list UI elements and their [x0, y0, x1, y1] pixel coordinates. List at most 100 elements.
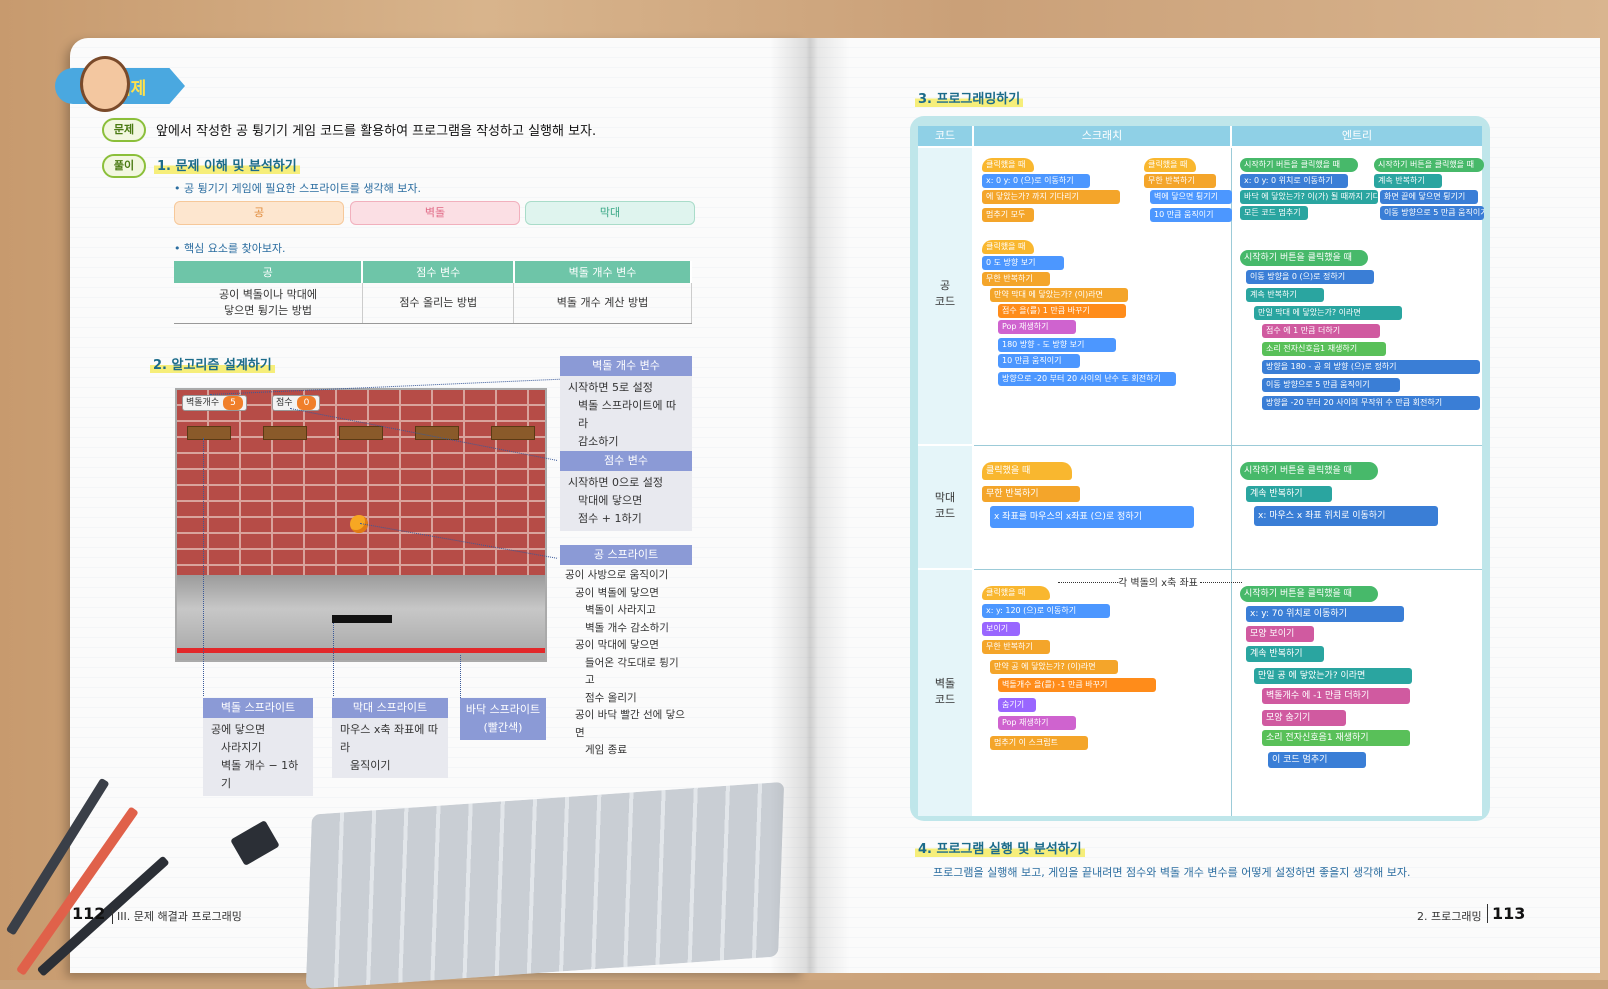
callout-brick-count-var-title: 벽돌 개수 변수 [560, 356, 692, 376]
entry-start-block: 시작하기 버튼을 클릭했을 때 [1240, 462, 1378, 480]
core-elements-table: 공 점수 변수 벽돌 개수 변수 공이 벽돌이나 막대에 닿으면 튕기는 방법 … [174, 261, 693, 324]
scratch-control-block: 무한 반복하기 [982, 640, 1050, 654]
scratch-motion-block: x: y: 120 (으)로 이동하기 [982, 604, 1110, 618]
entry-motion-block: 이동 방향으로 5 만큼 움직이기 [1262, 378, 1400, 392]
sprite-brick: 벽돌 [350, 201, 520, 225]
brick-sprite [187, 426, 231, 440]
entry-flow-block: 만일 막대 에 닿았는가? 이라면 [1254, 306, 1402, 320]
table-cell-ball: 공이 벽돌이나 막대에 닿으면 튕기는 방법 [174, 283, 363, 324]
entry-start-block: 시작하기 버튼을 클릭했을 때 [1240, 158, 1358, 172]
code-table: 코드 스크래치 엔트리 공 코드 막대 코드 벽돌 코드 클릭했을 때 x: 0… [918, 126, 1484, 816]
step1-note: • 공 튕기기 게임에 필요한 스프라이트를 생각해 보자. [174, 182, 421, 195]
callout-floor-sprite-subtitle: (빨간색) [483, 721, 523, 734]
callout-ball-sprite-title: 공 스프라이트 [560, 545, 692, 565]
step4-text: 프로그램을 실행해 보고, 게임을 끝내려면 점수와 벽돌 개수 변수를 어떻게… [933, 866, 1411, 879]
callout-line: 시작하면 5로 설정 [568, 381, 653, 394]
left-page: 예제 문제 앞에서 작성한 공 튕기기 게임 코드를 활용하여 프로그램을 작성… [5, 38, 805, 989]
keyboard-illustration [305, 781, 785, 989]
brick-sprite [263, 426, 307, 440]
callout-line: 공이 바닥 빨간 선에 닿으면 [575, 709, 685, 739]
col-header-entry: 엔트리 [1232, 126, 1482, 146]
scratch-hat-block: 클릭했을 때 [1144, 158, 1196, 172]
table-cell-score: 점수 올리는 방법 [362, 283, 515, 324]
callout-line: 벽돌이 사라지고 [585, 604, 656, 616]
callout-brick-sprite-title: 벽돌 스프라이트 [203, 698, 313, 718]
step1-title: 1. 문제 이해 및 분석하기 [154, 155, 300, 174]
callout-line: 점수 + 1하기 [578, 512, 642, 525]
callout-line: 시작하면 0으로 설정 [568, 476, 663, 489]
callout-ball-sprite: 공 스프라이트 공이 사방으로 움직이기 공이 벽돌에 닿으면 벽돌이 사라지고… [560, 545, 692, 762]
callout-brick-sprite: 벽돌 스프라이트 공에 닿으면 사라지기 벽돌 개수 − 1하기 [203, 698, 313, 796]
col-header-code: 코드 [918, 126, 972, 146]
hud-brick-count: 벽돌개수 5 [182, 395, 247, 411]
step4-title: 4. 프로그램 실행 및 분석하기 [915, 838, 1085, 857]
callout-line: 움직이기 [350, 759, 391, 772]
callout-line: 공이 사방으로 움직이기 [565, 569, 669, 581]
callout-line: 공이 벽돌에 닿으면 [575, 586, 659, 599]
annotation-line [1058, 582, 1118, 583]
scratch-looks-block: 보이기 [982, 622, 1020, 636]
scratch-control-block: 멈추기 모두 [982, 208, 1034, 222]
scratch-motion-block: x: 0 y: 0 (으)로 이동하기 [982, 174, 1090, 188]
scratch-control-block: 만약 막대 에 닿았는가? (이)라면 [990, 288, 1128, 302]
table-cell-brick-count: 벽돌 개수 계산 방법 [513, 283, 692, 324]
callout-line: 감소하기 [578, 435, 619, 448]
callout-floor-sprite: 바닥 스프라이트 (빨간색) [460, 698, 546, 740]
callout-line: 벽돌 스프라이트에 따라 [578, 399, 677, 430]
page-number-left: 112 [72, 904, 106, 923]
scratch-control-block: 무한 반복하기 [982, 486, 1080, 502]
entry-motion-block: x: 마우스 x 좌표 위치로 이동하기 [1254, 506, 1438, 526]
scratch-variable-block: 점수 을(를) 1 만큼 바꾸기 [998, 304, 1126, 318]
step4-title-text: 4. 프로그램 실행 및 분석하기 [915, 842, 1085, 857]
callout-line: 들어온 각도대로 튕기고 [585, 656, 679, 687]
entry-flow-block: 계속 반복하기 [1246, 486, 1332, 502]
callout-paddle-sprite: 막대 스프라이트 마우스 x축 좌표에 따라 움직이기 [332, 698, 448, 778]
scratch-control-block: 무한 반복하기 [982, 272, 1050, 286]
scratch-motion-block: 180 방향 - 도 방향 보기 [998, 338, 1116, 352]
entry-start-block: 시작하기 버튼을 클릭했을 때 [1240, 586, 1378, 602]
scratch-sound-block: Pop 재생하기 [998, 716, 1076, 730]
entry-sound-block: 소리 전자신호음1 재생하기 [1262, 730, 1410, 746]
entry-motion-block: x: y: 70 위치로 이동하기 [1246, 606, 1404, 622]
scratch-hat-block: 클릭했을 때 [982, 158, 1034, 172]
table-header-ball: 공 [174, 261, 364, 283]
scratch-hat-block: 클릭했을 때 [982, 240, 1034, 254]
entry-flow-block: 계속 반복하기 [1246, 288, 1324, 302]
col-divider [1231, 148, 1232, 816]
scratch-variable-block: 벽돌개수 을(를) -1 만큼 바꾸기 [998, 678, 1156, 692]
scratch-control-block: 멈추기 이 스크립트 [990, 736, 1088, 750]
callout-line: 벽돌 개수 감소하기 [585, 621, 669, 634]
page-section: 2. 프로그래밍 [1417, 910, 1482, 923]
callout-line: 공이 막대에 닿으면 [575, 639, 659, 651]
sprite-paddle: 막대 [525, 201, 695, 225]
entry-motion-block: 화면 끝에 닿으면 튕기기 [1380, 190, 1478, 204]
book-gutter [770, 38, 850, 973]
callout-line: 사라지기 [221, 741, 262, 754]
entry-flow-block: 만일 공 에 닿았는가? 이라면 [1254, 668, 1412, 684]
game-stage: 벽돌개수 5 점수 0 [175, 388, 547, 662]
scratch-motion-block: 10 만큼 움직이기 [998, 354, 1080, 368]
connector-line [203, 438, 204, 696]
callout-line: 막대에 닿으면 [578, 494, 643, 507]
code-table-frame: 코드 스크래치 엔트리 공 코드 막대 코드 벽돌 코드 클릭했을 때 x: 0… [910, 116, 1490, 821]
entry-data-block: 점수 에 1 만큼 더하기 [1262, 324, 1380, 338]
hud-brick-count-value: 5 [223, 396, 243, 410]
teacher-avatar-icon [80, 56, 130, 112]
table-header-score: 점수 변수 [362, 261, 515, 283]
row-divider [974, 569, 1482, 570]
callout-line: 공에 닿으면 [211, 723, 266, 736]
page-number-right: 113 [1487, 904, 1525, 923]
scratch-hat-block: 클릭했을 때 [982, 586, 1050, 600]
entry-flow-block: 모든 코드 멈추기 [1240, 206, 1308, 220]
page-chapter: III. 문제 해결과 프로그래밍 [112, 908, 242, 924]
row-label-paddle: 막대 코드 [918, 446, 972, 568]
brick-x-annotation: 각 벽돌의 x축 좌표 [1118, 578, 1198, 589]
callout-score-var: 점수 변수 시작하면 0으로 설정 막대에 닿으면 점수 + 1하기 [560, 451, 692, 531]
row-divider [974, 445, 1482, 446]
brick-sprite [491, 426, 535, 440]
entry-flow-block: 바닥 에 닿았는가? 이(가) 될 때까지 기다리기 [1240, 190, 1378, 204]
callout-line: 벽돌 개수 − 1하기 [221, 759, 299, 790]
step2-title-text: 2. 알고리즘 설계하기 [150, 358, 275, 373]
brick-wall-background [177, 390, 545, 575]
callout-line: 게임 종료 [585, 744, 627, 756]
